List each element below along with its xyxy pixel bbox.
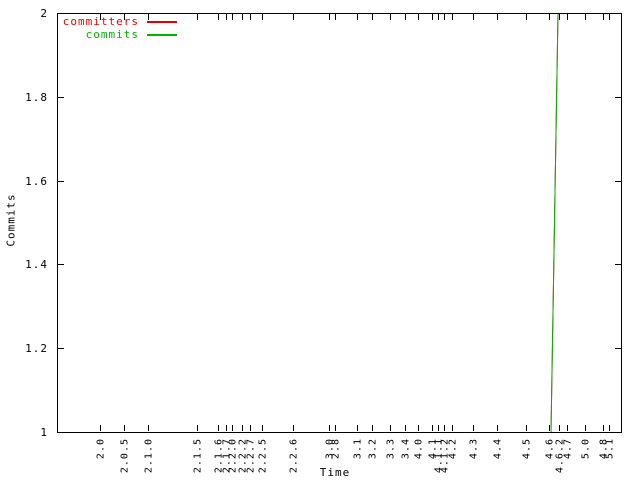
x-tick-label: 2.2.6 — [289, 438, 300, 473]
x-tick-label: 2.2.7 — [246, 438, 257, 473]
legend-line-sample-commits — [147, 34, 177, 36]
y-axis-title: Commits — [5, 193, 18, 246]
y-tick-label: 1.2 — [25, 342, 48, 355]
x-tick-label: 3.4 — [401, 438, 412, 459]
legend-entry-committers: committers — [57, 15, 177, 28]
legend-line-sample-committers — [147, 21, 177, 23]
plot-svg: 11.21.41.61.822.02.0.52.1.02.1.52.1.62.1… — [0, 0, 640, 480]
x-tick-label: 3.3 — [386, 438, 397, 459]
x-tick-label: 4.4 — [493, 438, 504, 459]
x-tick-label: 2.1.5 — [193, 438, 204, 473]
x-axis-title: Time — [320, 466, 351, 479]
x-tick-label: 4.0 — [414, 438, 425, 459]
y-tick-label: 1.4 — [25, 258, 48, 271]
x-tick-label: 4.7 — [563, 438, 574, 459]
x-tick-label: 2.2.5 — [258, 438, 269, 473]
x-tick-label: 4.3 — [469, 438, 480, 459]
y-tick-label: 1.8 — [25, 91, 48, 104]
x-tick-label: 2.8 — [331, 438, 342, 459]
x-tick-label: 4.2 — [448, 438, 459, 459]
x-tick-label: 5.0 — [581, 438, 592, 459]
x-tick-label: 2.0.5 — [120, 438, 131, 473]
y-tick-label: 2 — [40, 7, 48, 20]
y-tick-label: 1.6 — [25, 175, 48, 188]
x-tick-label: 3.1 — [353, 438, 364, 459]
legend-label-commits: commits — [57, 28, 139, 41]
x-tick-label: 4.5 — [522, 438, 533, 459]
legend-label-committers: committers — [57, 15, 139, 28]
x-tick-label: 2.0 — [96, 438, 107, 459]
x-tick-label: 5.1 — [605, 438, 616, 459]
legend-entry-commits: commits — [57, 28, 177, 41]
x-tick-label: 2.1.0 — [144, 438, 155, 473]
x-tick-label: 3.2 — [368, 438, 379, 459]
chart-canvas: 11.21.41.61.822.02.0.52.1.02.1.52.1.62.1… — [0, 0, 640, 480]
legend: committers commits — [57, 15, 177, 41]
y-tick-label: 1 — [40, 426, 48, 439]
plot-border — [58, 14, 622, 433]
series-line-commits — [551, 13, 558, 432]
